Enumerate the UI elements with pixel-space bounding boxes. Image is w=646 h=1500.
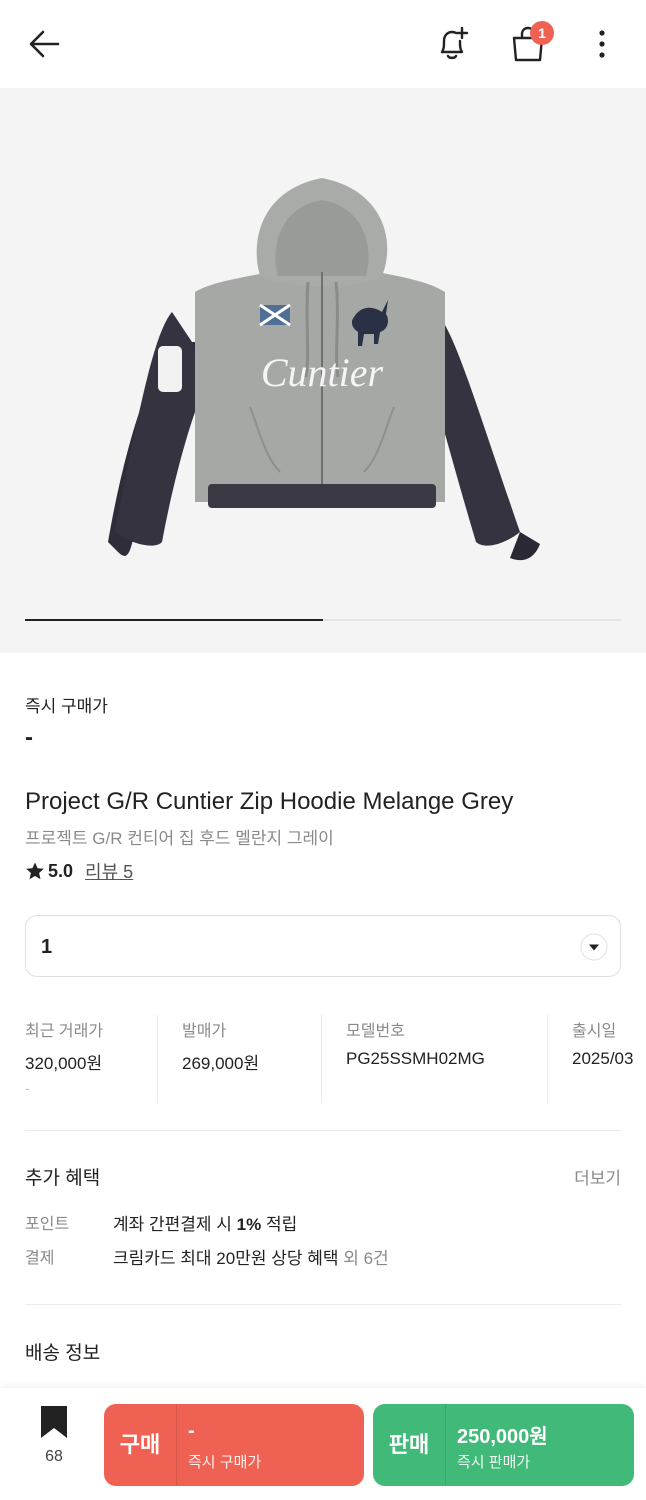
- more-vertical-icon[interactable]: [588, 24, 616, 64]
- size-select-value: 1: [41, 936, 53, 958]
- sell-price: 250,000원: [457, 1426, 548, 1448]
- benefits-title: 추가 혜택: [25, 1168, 101, 1189]
- gallery-progress-track: [25, 619, 621, 621]
- benefit-text-bold: 1%: [236, 1215, 262, 1234]
- product-logo-text: Cuntier: [261, 350, 384, 395]
- benefit-key: 포인트: [25, 1216, 70, 1233]
- info-label: 출시일: [572, 1023, 617, 1040]
- product-image: Cuntier: [108, 178, 540, 561]
- info-recent-trade[interactable]: 최근 거래가 320,000원 -: [25, 1015, 145, 1103]
- benefits-more-link[interactable]: 더보기: [574, 1164, 621, 1189]
- product-image-gallery[interactable]: Cuntier: [0, 88, 646, 653]
- divider: [547, 1015, 548, 1103]
- sell-label: 판매: [388, 1432, 430, 1457]
- product-info-row: 최근 거래가 320,000원 - 발매가 269,000원 모델번호 PG25…: [25, 1015, 646, 1105]
- shipping-title: 배송 정보: [25, 1343, 101, 1364]
- chevron-down-icon: [580, 933, 608, 961]
- gallery-progress-fill: [25, 619, 323, 621]
- benefit-key: 결제: [25, 1250, 55, 1267]
- rating: 5.0 리뷰 5: [25, 858, 133, 884]
- info-release-price: 발매가 269,000원: [182, 1015, 322, 1103]
- benefit-row-payment[interactable]: 결제 크림카드 최대 20만원 상당 혜택 외 6건: [25, 1244, 389, 1269]
- size-select[interactable]: 1: [25, 915, 621, 977]
- benefit-text-pre: 계좌 간편결제 시: [113, 1215, 237, 1234]
- buy-label: 구매: [119, 1432, 161, 1457]
- top-bar: 1: [0, 0, 646, 88]
- back-arrow-icon[interactable]: [24, 24, 64, 64]
- sell-price-label: 즉시 판매가: [457, 1454, 531, 1471]
- info-value: 269,000원: [182, 1054, 260, 1073]
- info-model-number: 모델번호 PG25SSMH02MG: [346, 1015, 526, 1103]
- benefit-text: 크림카드 최대 20만원 상당 혜택 외 6건: [113, 1244, 389, 1269]
- benefit-text-extra: 외 6건: [338, 1249, 389, 1268]
- divider: [25, 1304, 621, 1305]
- divider: [321, 1015, 322, 1103]
- bookmark-icon: [41, 1406, 67, 1438]
- info-value: 320,000원: [25, 1054, 103, 1073]
- info-label: 모델번호: [346, 1023, 405, 1040]
- review-link[interactable]: 리뷰 5: [85, 858, 133, 884]
- product-name-en: Project G/R Cuntier Zip Hoodie Melange G…: [25, 788, 514, 815]
- instant-price-value: -: [25, 724, 33, 751]
- star-icon: [26, 862, 44, 880]
- product-name-ko: 프로젝트 G/R 컨티어 집 후드 멜란지 그레이: [25, 829, 334, 848]
- rating-score: 5.0: [48, 860, 74, 881]
- info-value: 2025/03: [572, 1049, 634, 1068]
- benefit-text-pre: 크림카드 최대 20만원 상당 혜택: [113, 1249, 339, 1268]
- divider: [445, 1404, 446, 1486]
- buy-price-label: 즉시 구매가: [188, 1454, 262, 1471]
- divider: [25, 1130, 621, 1131]
- sell-button[interactable]: 판매 250,000원 즉시 판매가: [373, 1404, 634, 1486]
- bottom-action-bar: 68 구매 - 즉시 구매가 판매 250,000원 즉시 판매가: [0, 1388, 646, 1500]
- bell-plus-icon[interactable]: [432, 24, 472, 64]
- cart-count-badge: 1: [530, 21, 554, 45]
- benefit-row-point[interactable]: 포인트 계좌 간편결제 시 1% 적립: [25, 1210, 297, 1235]
- divider: [176, 1404, 177, 1486]
- info-label: 최근 거래가: [25, 1023, 104, 1040]
- benefit-text-post: 적립: [261, 1215, 298, 1234]
- instant-price-label: 즉시 구매가: [25, 697, 108, 716]
- wishlist-count: 68: [45, 1448, 63, 1465]
- buy-button[interactable]: 구매 - 즉시 구매가: [104, 1404, 364, 1486]
- info-sub: -: [25, 1080, 30, 1096]
- benefit-text: 계좌 간편결제 시 1% 적립: [113, 1210, 297, 1235]
- info-label: 발매가: [182, 1023, 227, 1040]
- info-release-date: 출시일 2025/03: [572, 1015, 646, 1103]
- buy-price: -: [188, 1420, 195, 1442]
- wishlist-button[interactable]: 68: [24, 1404, 84, 1484]
- divider: [157, 1015, 158, 1103]
- info-value: PG25SSMH02MG: [346, 1049, 485, 1068]
